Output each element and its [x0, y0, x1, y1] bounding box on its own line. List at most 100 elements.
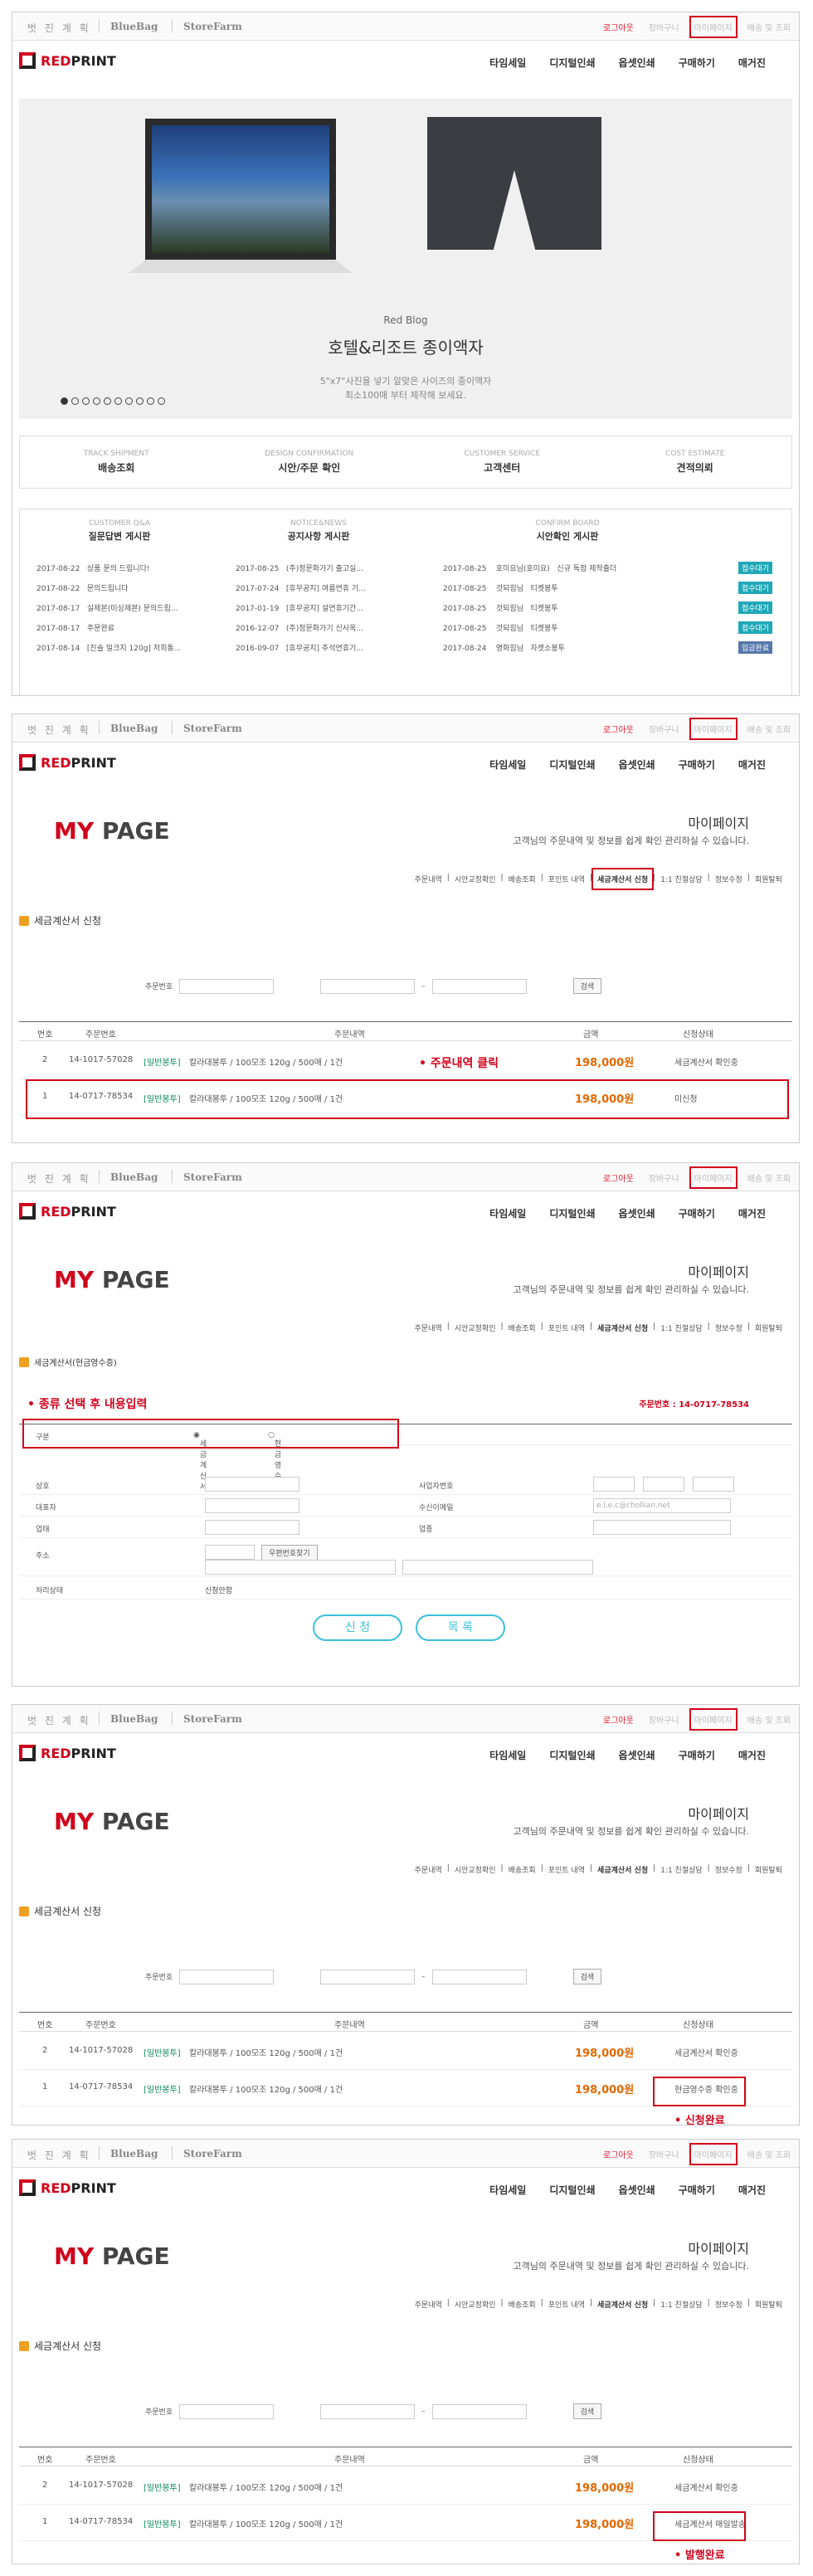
tab-2[interactable]: 배송조회 — [509, 874, 536, 884]
tab-3[interactable]: 포인트 내역 — [548, 1322, 585, 1333]
table-row[interactable]: 2 14-1017-57028 [일반봉투] 칼라대봉투 / 100모조 120g … — [19, 1043, 792, 1079]
tab-4[interactable]: 세금계산서 신청 — [597, 1322, 648, 1333]
notice-row[interactable]: 2017-08-25 (주)정문화가기 출고실... — [236, 562, 435, 573]
slider-dot[interactable] — [104, 397, 111, 405]
date-from-input[interactable] — [320, 978, 416, 994]
email-input[interactable]: e.l.e.c@chollian.net — [593, 1498, 731, 1513]
tab-4[interactable]: 세금계산서 신청 — [591, 868, 655, 890]
nav-item[interactable]: 매거진 — [738, 1206, 766, 1220]
search-button[interactable]: 검색 — [572, 2403, 602, 2419]
notice-row[interactable]: 2016-12-07 (주)정문화가기 신사옥... — [236, 622, 435, 633]
biz-no-3[interactable] — [693, 1477, 734, 1492]
date-from-input[interactable] — [320, 1969, 416, 1984]
brand-link-1[interactable]: 벗 진 계 획 — [27, 1171, 91, 1186]
brand-link-1[interactable]: 벗 진 계 획 — [27, 723, 91, 737]
tab-0[interactable]: 주문내역 — [415, 1864, 442, 1875]
order-no-input[interactable] — [179, 1969, 275, 1984]
cart-link[interactable]: 장바구니 — [649, 1713, 679, 1726]
order-no-input[interactable] — [179, 2403, 275, 2419]
nav-timesale[interactable]: 타임세일 — [489, 56, 526, 70]
date-to-input[interactable] — [431, 2403, 527, 2419]
tab-3[interactable]: 포인트 내역 — [548, 2299, 585, 2310]
brand-link-1[interactable]: 벗 진 계 획 — [27, 21, 91, 35]
delivery-link[interactable]: 배송 및 조회 — [747, 723, 791, 735]
tab-1[interactable]: 시안교정확인 — [455, 874, 496, 884]
confirm-row[interactable]: 2017-08-25 것되힘님 티켓봉투 — [443, 602, 725, 613]
slider-dot[interactable] — [82, 397, 90, 405]
tab-4[interactable]: 세금계산서 신청 — [597, 1864, 648, 1875]
nav-digital[interactable]: 디지털인쇄 — [549, 56, 595, 70]
qna-row[interactable]: 2017-08-22 상품 문의 드립니다! — [37, 562, 219, 573]
logo[interactable]: REDPRINT — [19, 1203, 116, 1220]
nav-item[interactable]: 구매하기 — [679, 757, 715, 772]
logout-link[interactable]: 로그아웃 — [603, 21, 634, 33]
brand-link-bluebag[interactable]: BlueBag — [110, 1171, 158, 1183]
tab-2[interactable]: 배송조회 — [509, 1322, 536, 1333]
delivery-link[interactable]: 배송 및 조회 — [747, 21, 791, 33]
tab-7[interactable]: 회원탈퇴 — [755, 1322, 782, 1333]
tab-6[interactable]: 정보수정 — [715, 1864, 742, 1875]
nav-item[interactable]: 구매하기 — [679, 1206, 715, 1220]
nav-item[interactable]: 타임세일 — [489, 2183, 526, 2197]
brand-link-bluebag[interactable]: BlueBag — [110, 1713, 158, 1725]
cart-link[interactable]: 장바구니 — [649, 1171, 679, 1184]
order-no-input[interactable] — [179, 978, 275, 994]
nav-item[interactable]: 옵셋인쇄 — [619, 2183, 655, 2197]
qna-row[interactable]: 2017-08-17 실제본(미싱제본) 문의드립... — [37, 602, 219, 613]
logout-link[interactable]: 로그아웃 — [603, 2148, 634, 2160]
quick-customer[interactable]: CUSTOMER SERVICE 고객센터 — [406, 436, 599, 488]
brand-link-storefarm[interactable]: StoreFarm — [183, 1713, 242, 1725]
cart-link[interactable]: 장바구니 — [649, 21, 679, 33]
tab-5[interactable]: 1:1 친절상담 — [660, 1864, 702, 1875]
quick-estimate[interactable]: COST ESTIMATE 견적의뢰 — [599, 436, 792, 488]
brand-link-1[interactable]: 벗 진 계 획 — [27, 2148, 91, 2162]
mypage-link[interactable]: 마이페이지 — [689, 718, 738, 740]
tab-3[interactable]: 포인트 내역 — [548, 1864, 585, 1875]
qna-board-head[interactable]: CUSTOMER Q&A 질문답변 게시판 — [37, 519, 202, 543]
nav-magazine[interactable]: 매거진 — [738, 56, 766, 70]
notice-board-head[interactable]: NOTICE&NEWS 공지사항 게시판 — [236, 519, 402, 543]
slider-dot[interactable] — [136, 397, 144, 405]
nav-item[interactable]: 구매하기 — [679, 2183, 715, 2197]
nav-item[interactable]: 디지털인쇄 — [549, 1748, 595, 1762]
brand-link-bluebag[interactable]: BlueBag — [110, 2148, 158, 2160]
nav-item[interactable]: 디지털인쇄 — [549, 2183, 595, 2197]
tab-5[interactable]: 1:1 친절상담 — [660, 1322, 702, 1333]
tab-0[interactable]: 주문내역 — [415, 1322, 442, 1333]
cart-link[interactable]: 장바구니 — [649, 723, 679, 735]
search-button[interactable]: 검색 — [572, 978, 602, 994]
confirm-row[interactable]: 2017-08-24 명화힘님 자켓소봉투 — [443, 642, 725, 653]
tab-0[interactable]: 주문내역 — [415, 2299, 442, 2310]
biz-no-1[interactable] — [593, 1477, 635, 1492]
tab-1[interactable]: 시안교정확인 — [455, 1864, 496, 1875]
brand-link-bluebag[interactable]: BlueBag — [110, 723, 158, 734]
delivery-link[interactable]: 배송 및 조회 — [747, 2148, 791, 2160]
tab-5[interactable]: 1:1 친절상담 — [660, 2299, 702, 2310]
notice-row[interactable]: 2016-09-07 [휴무공지] 추석연휴기... — [236, 642, 435, 653]
nav-item[interactable]: 타임세일 — [489, 1748, 526, 1762]
tab-1[interactable]: 시안교정확인 — [455, 2299, 496, 2310]
tab-6[interactable]: 정보수정 — [715, 1322, 742, 1333]
delivery-link[interactable]: 배송 및 조회 — [747, 1171, 791, 1184]
text-input[interactable] — [205, 1498, 299, 1513]
brand-link-storefarm[interactable]: StoreFarm — [183, 2148, 242, 2160]
logout-link[interactable]: 로그아웃 — [603, 1713, 634, 1726]
brand-link-bluebag[interactable]: BlueBag — [110, 21, 158, 32]
brand-link-storefarm[interactable]: StoreFarm — [183, 1171, 242, 1183]
nav-item[interactable]: 매거진 — [738, 2183, 766, 2197]
date-to-input[interactable] — [431, 1969, 527, 1984]
address1-input[interactable] — [205, 1560, 396, 1575]
tab-6[interactable]: 정보수정 — [715, 874, 742, 884]
slider-dot[interactable] — [93, 397, 100, 405]
tab-1[interactable]: 시안교정확인 — [455, 1322, 496, 1333]
date-to-input[interactable] — [431, 978, 527, 994]
tab-5[interactable]: 1:1 친절상담 — [660, 874, 702, 884]
nav-item[interactable]: 매거진 — [738, 757, 766, 772]
nav-item[interactable]: 디지털인쇄 — [549, 757, 595, 772]
logo[interactable]: REDPRINT — [19, 1745, 116, 1761]
mypage-link[interactable]: 마이페이지 — [689, 16, 738, 38]
brand-link-1[interactable]: 벗 진 계 획 — [27, 1713, 91, 1727]
zip-input[interactable] — [205, 1545, 255, 1560]
brand-link-storefarm[interactable]: StoreFarm — [183, 723, 242, 734]
nav-item[interactable]: 구매하기 — [679, 1748, 715, 1762]
